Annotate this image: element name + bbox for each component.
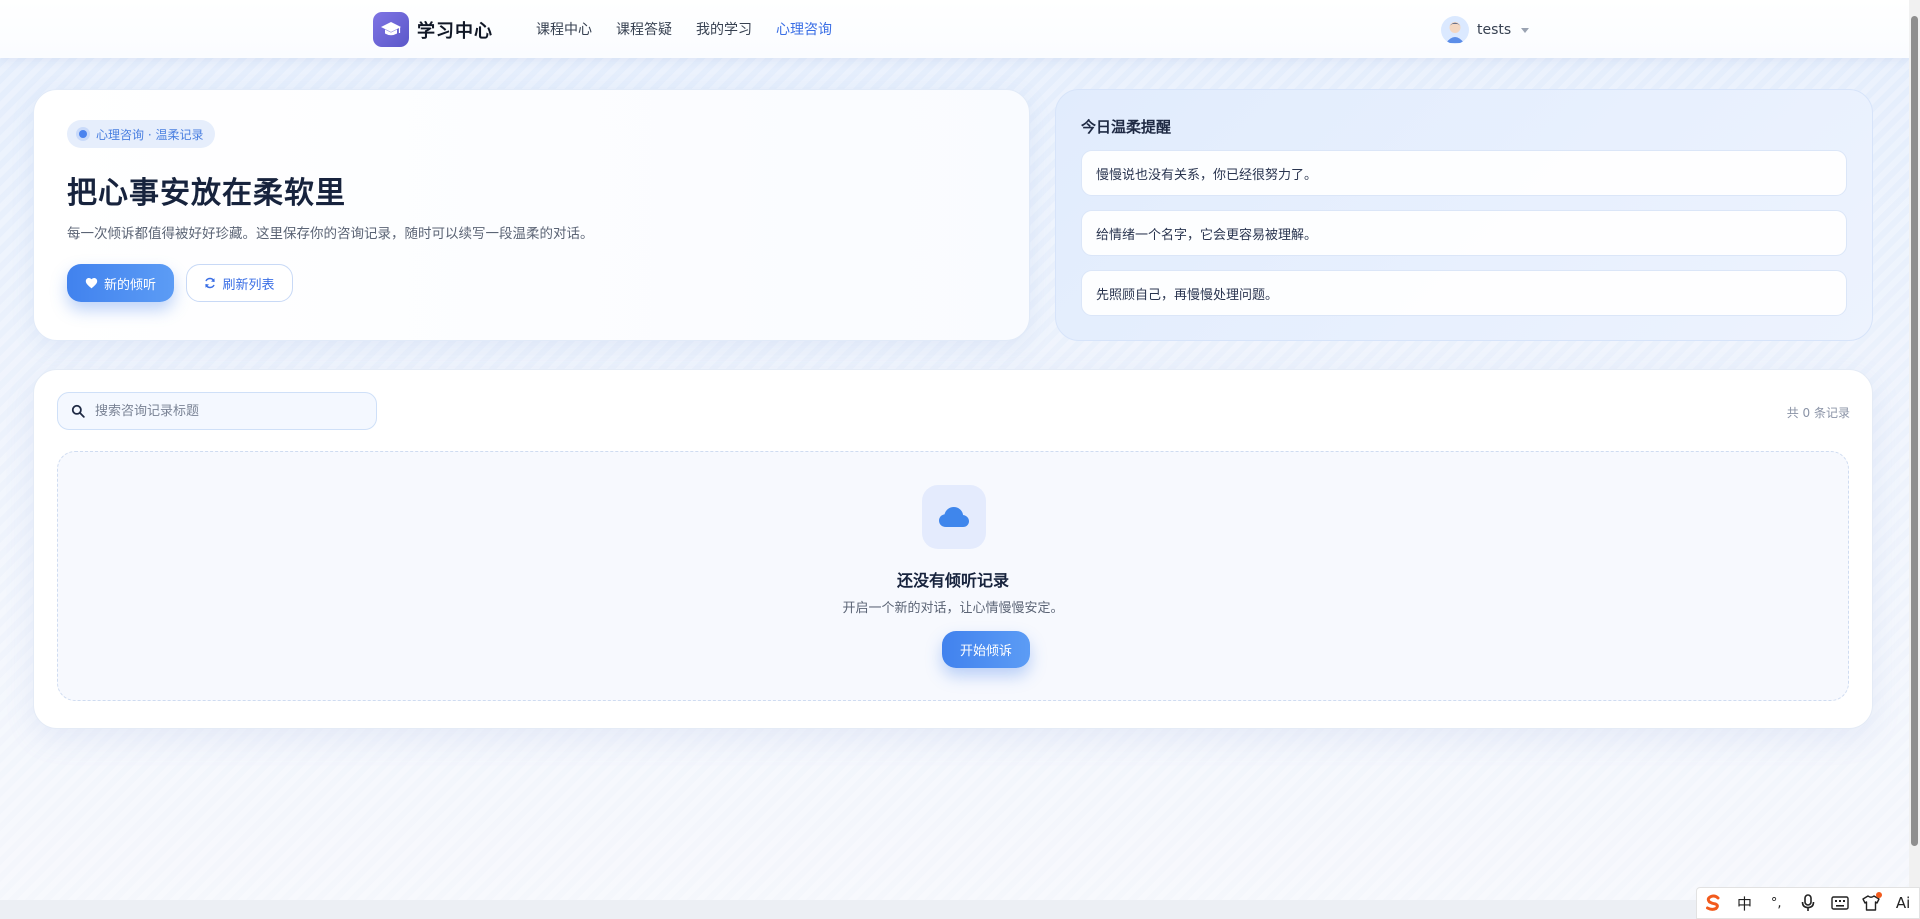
records-panel: 共 0 条记录 还没有倾听记录 开启一个新的对话，让心情慢慢安定。 开始倾诉 xyxy=(33,369,1873,729)
refresh-icon xyxy=(205,277,216,289)
heart-icon xyxy=(85,278,98,289)
main-nav: 课程中心 课程答疑 我的学习 心理咨询 xyxy=(536,19,856,39)
search-input[interactable] xyxy=(93,402,357,420)
nav-link-course-qa[interactable]: 课程答疑 xyxy=(616,19,672,39)
hero-card: 心理咨询 · 温柔记录 把心事安放在柔软里 每一次倾诉都值得被好好珍藏。这里保存… xyxy=(33,89,1030,341)
ime-toolbar: 中 °, Ai xyxy=(1696,887,1920,919)
user-avatar-icon xyxy=(1441,16,1469,44)
scrollbar-thumb[interactable] xyxy=(1911,16,1918,846)
empty-state-description: 开启一个新的对话，让心情慢慢安定。 xyxy=(842,601,1064,616)
sogou-logo-icon[interactable] xyxy=(1701,891,1725,915)
ime-mode-chinese[interactable]: 中 xyxy=(1733,891,1757,915)
reminders-card: 今日温柔提醒 慢慢说也没有关系，你已经很努力了。 给情绪一个名字，它会更容易被理… xyxy=(1055,89,1873,341)
new-listening-label: 新的倾听 xyxy=(103,277,156,293)
empty-state: 还没有倾听记录 开启一个新的对话，让心情慢慢安定。 开始倾诉 xyxy=(57,451,1849,701)
user-menu[interactable]: tests xyxy=(1441,16,1530,44)
record-count: 共 0 条记录 xyxy=(1786,406,1850,420)
page-title: 把心事安放在柔软里 xyxy=(67,176,346,211)
page-footer-strip xyxy=(0,900,1909,919)
username: tests xyxy=(1477,22,1512,38)
nav-link-counseling[interactable]: 心理咨询 xyxy=(776,19,832,39)
skin-shirt-icon[interactable] xyxy=(1859,891,1883,915)
reminder-item: 慢慢说也没有关系，你已经很努力了。 xyxy=(1081,150,1847,196)
tag-dot-icon xyxy=(76,127,90,141)
search-icon xyxy=(71,404,85,418)
reminder-item: 给情绪一个名字，它会更容易被理解。 xyxy=(1081,210,1847,256)
notification-dot xyxy=(1876,892,1883,898)
graduation-cap-icon xyxy=(373,12,409,47)
reminder-item: 先照顾自己，再慢慢处理问题。 xyxy=(1081,270,1847,316)
brand-title: 学习中心 xyxy=(417,20,493,42)
empty-state-title: 还没有倾听记录 xyxy=(896,571,1009,590)
nav-link-course-center[interactable]: 课程中心 xyxy=(536,19,592,39)
keyboard-icon[interactable] xyxy=(1828,891,1852,915)
cloud-icon xyxy=(922,485,986,549)
refresh-list-button[interactable]: 刷新列表 xyxy=(186,264,293,302)
caret-down-icon xyxy=(1521,27,1530,33)
search-box[interactable] xyxy=(57,392,377,430)
brand-home-link[interactable]: 学习中心 xyxy=(373,12,493,47)
start-talking-button[interactable]: 开始倾诉 xyxy=(942,631,1030,668)
ai-assistant-button[interactable]: Ai xyxy=(1891,891,1915,915)
reminders-title: 今日温柔提醒 xyxy=(1081,118,1172,136)
nav-link-my-learning[interactable]: 我的学习 xyxy=(696,19,752,39)
hero-tag: 心理咨询 · 温柔记录 xyxy=(67,120,216,148)
vertical-scrollbar[interactable] xyxy=(1909,0,1920,919)
top-navbar: 学习中心 课程中心 课程答疑 我的学习 心理咨询 tests xyxy=(0,0,1909,58)
punctuation-icon[interactable]: °, xyxy=(1764,891,1788,915)
new-listening-button[interactable]: 新的倾听 xyxy=(67,264,174,302)
hero-tag-text: 心理咨询 · 温柔记录 xyxy=(96,127,204,142)
refresh-list-label: 刷新列表 xyxy=(222,277,275,293)
microphone-icon[interactable] xyxy=(1796,891,1820,915)
hero-description: 每一次倾诉都值得被好好珍藏。这里保存你的咨询记录，随时可以续写一段温柔的对话。 xyxy=(67,226,594,242)
